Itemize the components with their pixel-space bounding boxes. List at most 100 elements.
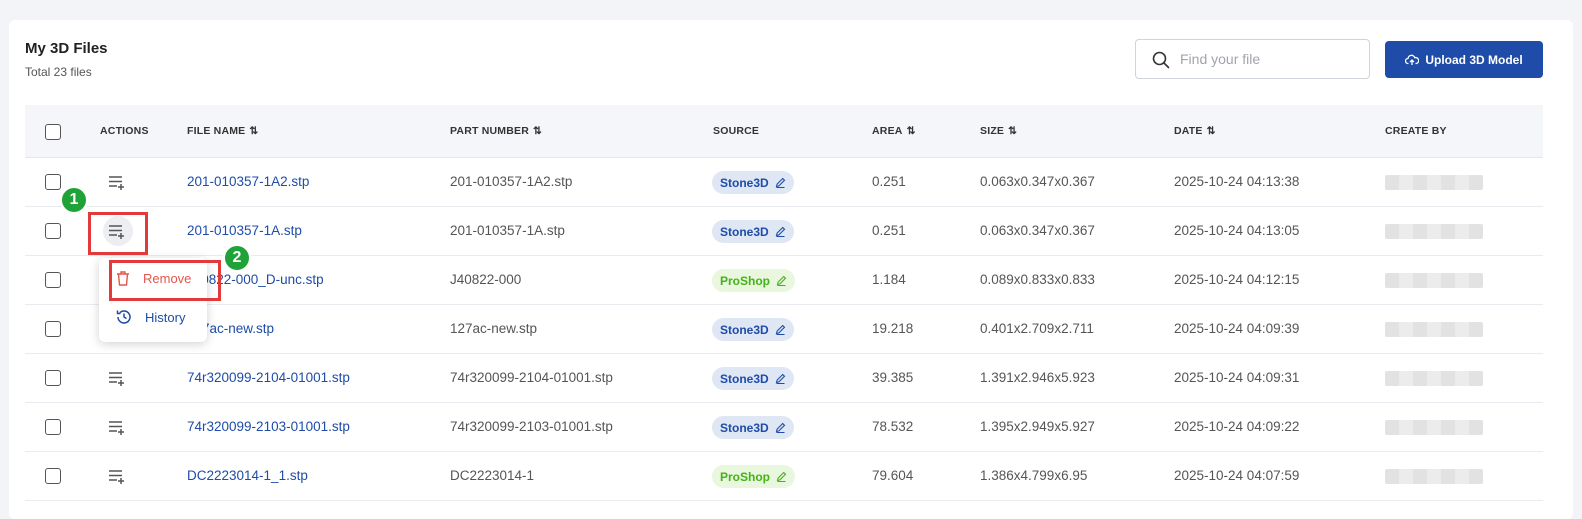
- sort-icon[interactable]: ⇅: [249, 125, 258, 137]
- sort-icon[interactable]: ⇅: [1207, 125, 1216, 137]
- table-row: 74r320099-2103-01001.stp 74r320099-2103-0…: [25, 403, 1543, 452]
- creator-redacted: [1385, 420, 1483, 435]
- playlist-add-icon: [109, 176, 124, 190]
- table-header: ACTIONS FILE NAME ⇅ PART NUMBER ⇅ SOURCE A…: [25, 105, 1543, 158]
- size-value: 1.391x2.946x5.923: [980, 370, 1095, 385]
- file-name-link[interactable]: DC2223014-1_1.stp: [187, 468, 308, 483]
- part-number: J40822-000: [450, 272, 522, 287]
- date-value: 2025-10-24 04:13:05: [1174, 223, 1300, 238]
- row-checkbox[interactable]: [45, 223, 61, 239]
- date-value: 2025-10-24 04:09:22: [1174, 419, 1300, 434]
- edit-icon[interactable]: [775, 373, 786, 384]
- sort-icon[interactable]: ⇅: [533, 125, 542, 137]
- row-actions-button[interactable]: [107, 466, 127, 486]
- table-row: 127ac-new.stp 127ac-new.stp Stone3D 19.218 0…: [25, 305, 1543, 354]
- part-number: 201-010357-1A2.stp: [450, 174, 573, 189]
- area-value: 0.251: [872, 174, 906, 189]
- step-1-marker: 1: [60, 186, 88, 214]
- area-value: 78.532: [872, 419, 914, 434]
- highlight-actions-button: [88, 212, 148, 255]
- size-value: 0.089x0.833x0.833: [980, 272, 1095, 287]
- size-value: 0.401x2.709x2.711: [980, 321, 1094, 336]
- area-value: 79.604: [872, 468, 914, 483]
- upload-button-label: Upload 3D Model: [1425, 52, 1523, 67]
- edit-icon[interactable]: [775, 422, 786, 433]
- cloud-upload-icon: [1405, 54, 1420, 65]
- search-input[interactable]: [1180, 48, 1360, 70]
- table-row: 201-010357-1A.stp 201-010357-1A.stp Stone3…: [25, 207, 1543, 256]
- file-name-link[interactable]: 201-010357-1A.stp: [187, 223, 302, 238]
- select-all-checkbox[interactable]: [45, 124, 61, 140]
- source-badge: Stone3D: [712, 171, 794, 194]
- highlight-remove-item: [109, 260, 221, 301]
- date-value: 2025-10-24 04:07:59: [1174, 468, 1300, 483]
- area-value: 1.184: [872, 272, 906, 287]
- table-body: 201-010357-1A2.stp 201-010357-1A2.stp Ston…: [25, 158, 1543, 501]
- creator-redacted: [1385, 175, 1483, 190]
- size-value: 0.063x0.347x0.367: [980, 223, 1095, 238]
- history-icon: [116, 310, 131, 324]
- source-badge: ProShop: [712, 465, 795, 488]
- column-create-by: CREATE BY: [1385, 125, 1447, 137]
- page-title: My 3D Files: [25, 40, 108, 57]
- search-icon: [1152, 51, 1170, 69]
- edit-icon[interactable]: [775, 324, 786, 335]
- file-count: Total 23 files: [25, 65, 92, 79]
- part-number: 74r320099-2103-01001.stp: [450, 419, 613, 434]
- source-badge: Stone3D: [712, 318, 794, 341]
- area-value: 19.218: [872, 321, 914, 336]
- sort-icon[interactable]: ⇅: [907, 125, 916, 137]
- part-number: 201-010357-1A.stp: [450, 223, 565, 238]
- edit-icon[interactable]: [776, 471, 787, 482]
- edit-icon[interactable]: [776, 275, 787, 286]
- column-file-name[interactable]: FILE NAME ⇅: [187, 125, 258, 137]
- row-checkbox[interactable]: [45, 174, 61, 190]
- search-box[interactable]: [1135, 39, 1370, 79]
- row-checkbox[interactable]: [45, 370, 61, 386]
- edit-icon[interactable]: [775, 226, 786, 237]
- column-source: SOURCE: [713, 125, 760, 137]
- size-value: 0.063x0.347x0.367: [980, 174, 1095, 189]
- date-value: 2025-10-24 04:09:31: [1174, 370, 1300, 385]
- sort-icon[interactable]: ⇅: [1008, 125, 1017, 137]
- part-number: DC2223014-1: [450, 468, 535, 483]
- column-date[interactable]: DATE ⇅: [1174, 125, 1216, 137]
- column-size[interactable]: SIZE ⇅: [980, 125, 1017, 137]
- playlist-add-icon: [109, 470, 124, 484]
- date-value: 2025-10-24 04:13:38: [1174, 174, 1300, 189]
- size-value: 1.395x2.949x5.927: [980, 419, 1095, 434]
- date-value: 2025-10-24 04:09:39: [1174, 321, 1300, 336]
- creator-redacted: [1385, 371, 1483, 386]
- table-row: DC2223014-1_1.stp DC2223014-1 ProShop 79.60…: [25, 452, 1543, 501]
- source-badge: Stone3D: [712, 220, 794, 243]
- row-actions-button[interactable]: [107, 368, 127, 388]
- row-checkbox[interactable]: [45, 468, 61, 484]
- row-checkbox[interactable]: [45, 272, 61, 288]
- area-value: 0.251: [872, 223, 906, 238]
- upload-3d-model-button[interactable]: Upload 3D Model: [1385, 41, 1543, 78]
- menu-item-history[interactable]: History: [115, 308, 185, 326]
- area-value: 39.385: [872, 370, 914, 385]
- files-table: ACTIONS FILE NAME ⇅ PART NUMBER ⇅ SOURCE A…: [25, 105, 1543, 501]
- column-part-number[interactable]: PART NUMBER ⇅: [450, 125, 542, 137]
- edit-icon[interactable]: [775, 177, 786, 188]
- creator-redacted: [1385, 469, 1483, 484]
- source-badge: Stone3D: [712, 416, 794, 439]
- playlist-add-icon: [109, 372, 124, 386]
- file-name-link[interactable]: 201-010357-1A2.stp: [187, 174, 309, 189]
- row-checkbox[interactable]: [45, 419, 61, 435]
- column-area[interactable]: AREA ⇅: [872, 125, 916, 137]
- table-row: J40822-000_D-unc.stp J40822-000 ProShop 1.1…: [25, 256, 1543, 305]
- source-badge: Stone3D: [712, 367, 794, 390]
- step-2-marker: 2: [223, 244, 251, 272]
- table-row: 74r320099-2104-01001.stp 74r320099-2104-0…: [25, 354, 1543, 403]
- creator-redacted: [1385, 322, 1483, 337]
- size-value: 1.386x4.799x6.95: [980, 468, 1088, 483]
- row-checkbox[interactable]: [45, 321, 61, 337]
- date-value: 2025-10-24 04:12:15: [1174, 272, 1300, 287]
- row-actions-button[interactable]: [107, 172, 127, 192]
- row-actions-button[interactable]: [107, 417, 127, 437]
- creator-redacted: [1385, 224, 1483, 239]
- file-name-link[interactable]: 74r320099-2103-01001.stp: [187, 419, 350, 434]
- file-name-link[interactable]: 74r320099-2104-01001.stp: [187, 370, 350, 385]
